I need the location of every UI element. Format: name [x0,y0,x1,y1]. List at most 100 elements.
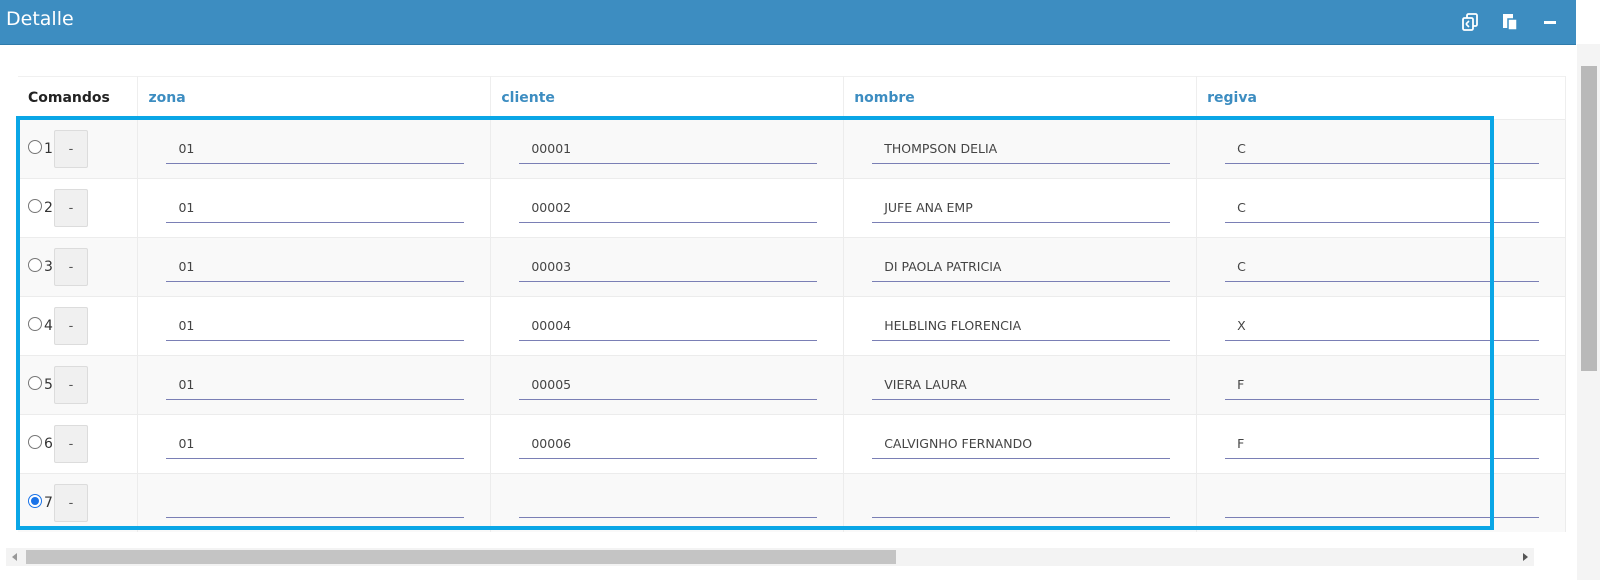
zona-cell: 01 [137,178,492,238]
column-header-cliente[interactable]: cliente [490,76,845,120]
table-row: 6- 01 00006 CALVIGNHO FERNANDO F [18,414,1566,474]
row-select-radio[interactable] [28,258,42,272]
table-row: 5- 01 00005 VIERA LAURA F [18,355,1566,415]
zona-cell [137,473,492,532]
horizontal-scroll-thumb[interactable] [26,550,896,564]
nombre-input[interactable]: THOMPSON DELIA [872,134,1171,164]
horizontal-scrollbar[interactable] [6,548,1534,566]
commands-cell: 2- [18,178,139,238]
table-row: 1- 01 00001 THOMPSON DELIA C [18,119,1566,179]
regiva-cell: C [1196,178,1566,238]
header-toolbar [1460,12,1562,32]
regiva-input[interactable]: F [1225,370,1539,400]
row-number: 1 [44,141,53,157]
minimize-icon[interactable] [1540,12,1562,32]
cliente-cell: 00002 [490,178,845,238]
panel-header: Detalle [0,0,1576,45]
scroll-right-arrow-icon[interactable] [1523,553,1528,561]
cliente-input[interactable]: 00002 [519,193,818,223]
row-number: 4 [44,318,53,334]
row-action-button[interactable]: - [54,130,88,168]
paste-icon[interactable] [1500,12,1522,32]
regiva-input[interactable]: X [1225,311,1539,341]
zona-cell: 01 [137,296,492,356]
nombre-cell: VIERA LAURA [843,355,1198,415]
column-header-zona[interactable]: zona [137,76,492,120]
nombre-cell: HELBLING FLORENCIA [843,296,1198,356]
zona-input[interactable]: 01 [166,193,465,223]
commands-cell: 7- [18,473,139,532]
table-row: 4- 01 00004 HELBLING FLORENCIA X [18,296,1566,356]
column-header-regiva[interactable]: regiva [1196,76,1566,120]
nombre-cell: DI PAOLA PATRICIA [843,237,1198,297]
regiva-cell: C [1196,237,1566,297]
table-row: 3- 01 00003 DI PAOLA PATRICIA C [18,237,1566,297]
cliente-cell [490,473,845,532]
row-select-radio[interactable] [28,199,42,213]
cliente-cell: 00004 [490,296,845,356]
cliente-input[interactable] [519,488,818,518]
nombre-input[interactable]: HELBLING FLORENCIA [872,311,1171,341]
row-action-button[interactable]: - [54,189,88,227]
vertical-scrollbar[interactable] [1577,44,1600,580]
row-action-button[interactable]: - [54,484,88,522]
nombre-input[interactable]: DI PAOLA PATRICIA [872,252,1171,282]
commands-cell: 5- [18,355,139,415]
nombre-cell [843,473,1198,532]
nombre-input[interactable]: CALVIGNHO FERNANDO [872,429,1171,459]
nombre-input[interactable] [872,488,1171,518]
zona-input[interactable]: 01 [166,134,465,164]
cliente-cell: 00006 [490,414,845,474]
regiva-input[interactable] [1225,488,1539,518]
commands-cell: 4- [18,296,139,356]
row-action-button[interactable]: - [54,307,88,345]
column-header-nombre[interactable]: nombre [843,76,1198,120]
copy-icon[interactable] [1460,12,1482,32]
row-number: 7 [44,495,53,511]
cliente-input[interactable]: 00006 [519,429,818,459]
commands-cell: 3- [18,237,139,297]
zona-input[interactable]: 01 [166,370,465,400]
regiva-input[interactable]: F [1225,429,1539,459]
scroll-left-arrow-icon[interactable] [12,553,17,561]
zona-cell: 01 [137,355,492,415]
cliente-input[interactable]: 00005 [519,370,818,400]
grid-header-row: Comandos zona cliente nombre regiva [18,76,1566,120]
cliente-input[interactable]: 00001 [519,134,818,164]
cliente-input[interactable]: 00003 [519,252,818,282]
zona-cell: 01 [137,119,492,179]
zona-cell: 01 [137,414,492,474]
table-row: 7- [18,473,1566,532]
table-row: 2- 01 00002 JUFE ANA EMP C [18,178,1566,238]
row-action-button[interactable]: - [54,366,88,404]
zona-input[interactable] [166,488,465,518]
regiva-input[interactable]: C [1225,252,1539,282]
nombre-input[interactable]: VIERA LAURA [872,370,1171,400]
regiva-cell: F [1196,355,1566,415]
regiva-cell: C [1196,119,1566,179]
nombre-input[interactable]: JUFE ANA EMP [872,193,1171,223]
row-action-button[interactable]: - [54,248,88,286]
zona-input[interactable]: 01 [166,252,465,282]
row-action-button[interactable]: - [54,425,88,463]
row-number: 3 [44,259,53,275]
row-select-radio[interactable] [28,494,42,508]
cliente-input[interactable]: 00004 [519,311,818,341]
row-select-radio[interactable] [28,317,42,331]
detail-grid: Comandos zona cliente nombre regiva 1-01… [18,76,1566,536]
row-select-radio[interactable] [28,376,42,390]
nombre-cell: CALVIGNHO FERNANDO [843,414,1198,474]
commands-cell: 1- [18,119,139,179]
row-select-radio[interactable] [28,140,42,154]
regiva-input[interactable]: C [1225,134,1539,164]
zona-input[interactable]: 01 [166,429,465,459]
row-number: 5 [44,377,53,393]
vertical-scroll-thumb[interactable] [1581,66,1597,371]
cliente-cell: 00001 [490,119,845,179]
zona-input[interactable]: 01 [166,311,465,341]
regiva-cell [1196,473,1566,532]
commands-cell: 6- [18,414,139,474]
panel-title: Detalle [6,8,74,30]
regiva-input[interactable]: C [1225,193,1539,223]
row-select-radio[interactable] [28,435,42,449]
